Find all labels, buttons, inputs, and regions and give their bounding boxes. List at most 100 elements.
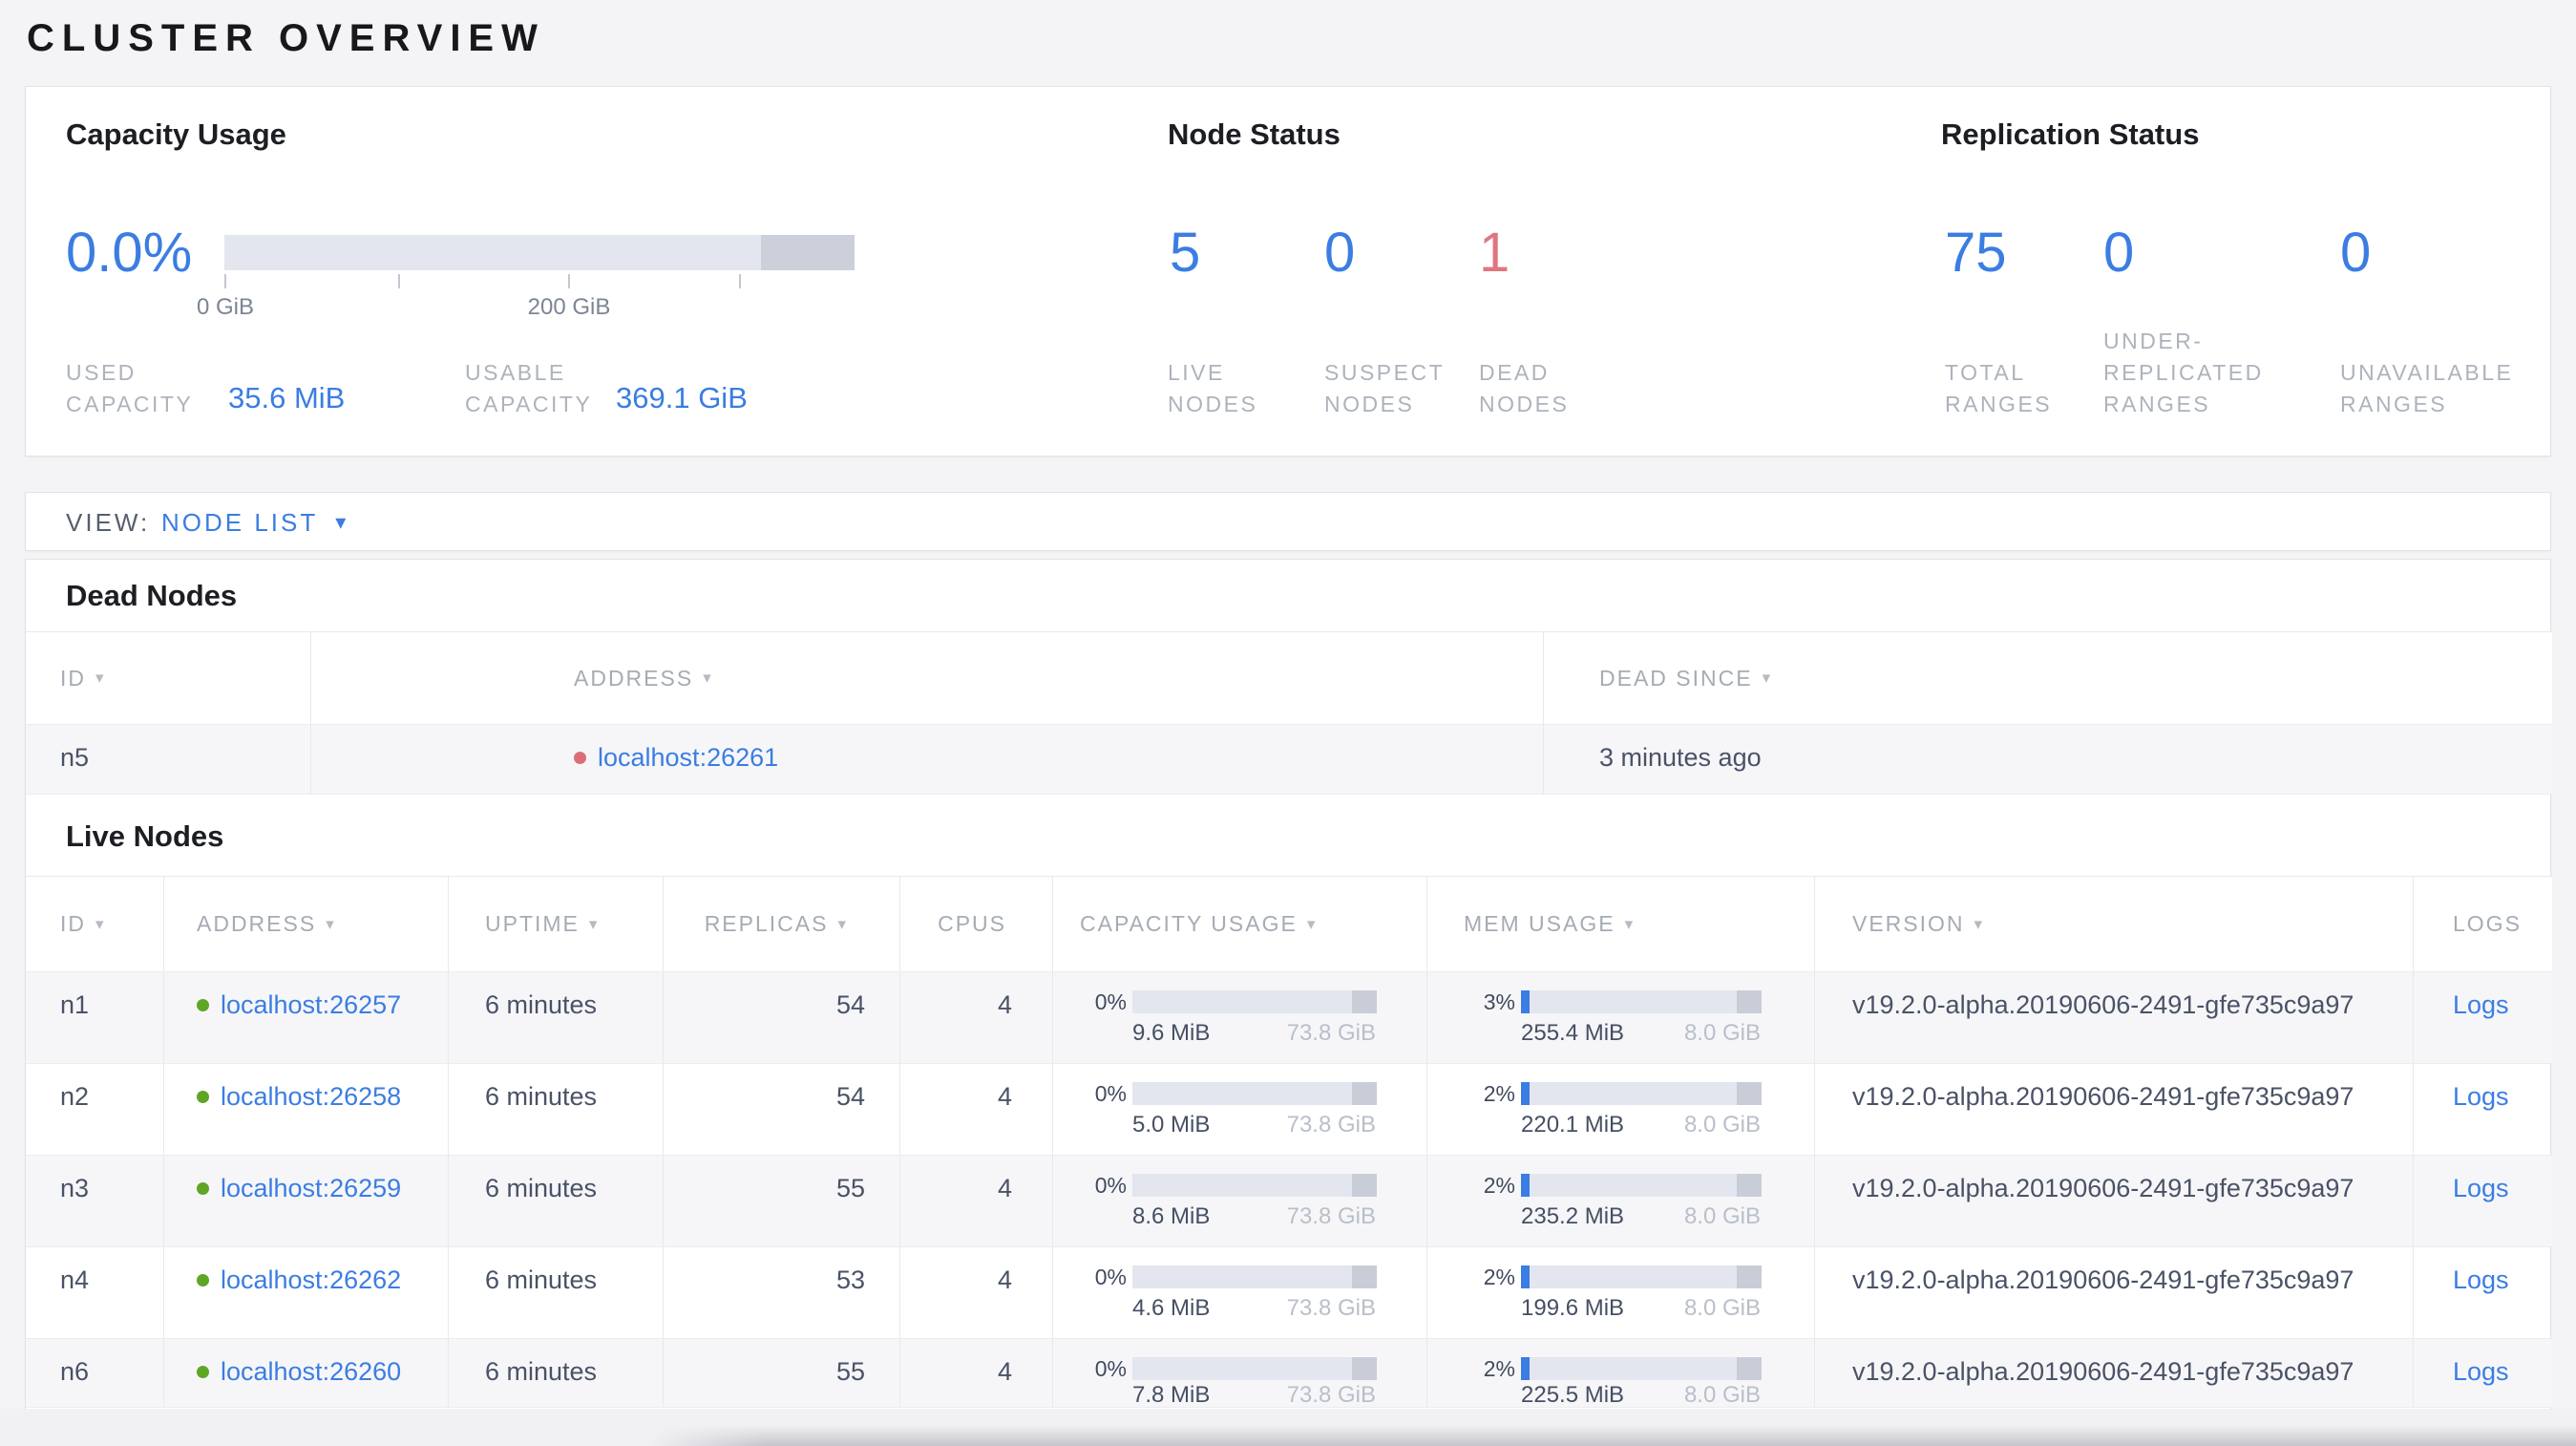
mem-used: 199.6 MiB xyxy=(1521,1295,1625,1321)
mem-used: 235.2 MiB xyxy=(1521,1203,1625,1229)
logs-link[interactable]: Logs xyxy=(2453,1357,2509,1386)
live-nodes-count: 5 xyxy=(1170,222,1201,284)
logs-link[interactable]: Logs xyxy=(2453,1082,2509,1111)
sort-caret-icon xyxy=(95,915,106,934)
node-replicas: 55 xyxy=(664,1156,900,1246)
used-capacity-value: 35.6 MiB xyxy=(228,381,346,415)
used-capacity-label: USED CAPACITY xyxy=(66,360,194,416)
sort-caret-icon xyxy=(703,669,713,688)
mem-bar xyxy=(1521,1174,1762,1197)
mem-bar xyxy=(1521,1082,1762,1105)
view-bar: VIEW: NODE LIST ▾ xyxy=(25,492,2551,551)
capacity-total: 73.8 GiB xyxy=(1286,1112,1376,1138)
logs-link[interactable]: Logs xyxy=(2453,990,2509,1019)
live-col-id[interactable]: ID xyxy=(26,877,164,971)
node-logs-cell: Logs xyxy=(2414,1156,2552,1246)
live-nodes-heading: Live Nodes xyxy=(66,819,224,853)
under-replicated-count: 0 xyxy=(2103,222,2135,284)
live-col-address[interactable]: ADDRESS xyxy=(164,877,449,971)
gauge-tick xyxy=(224,274,226,288)
node-address-link[interactable]: localhost:26257 xyxy=(221,990,401,1019)
mem-total: 8.0 GiB xyxy=(1683,1203,1761,1229)
node-address-link[interactable]: localhost:26260 xyxy=(221,1357,401,1386)
node-logs-cell: Logs xyxy=(2414,972,2552,1063)
sort-caret-icon xyxy=(837,915,848,934)
capacity-bar xyxy=(1132,1174,1377,1197)
capacity-gauge: 0 GiB 200 GiB xyxy=(197,235,855,320)
node-logs-cell: Logs xyxy=(2414,1339,2552,1407)
mem-used: 220.1 MiB xyxy=(1521,1112,1625,1138)
total-ranges-count: 75 xyxy=(1945,222,2007,284)
node-id: n3 xyxy=(26,1156,164,1246)
node-address-link[interactable]: localhost:26259 xyxy=(221,1174,401,1202)
node-capacity-usage: 0% 9.6 MiB 73.8 GiB xyxy=(1053,972,1427,1063)
node-cpus: 4 xyxy=(900,1339,1053,1407)
mem-pct: 3% xyxy=(1483,989,1515,1014)
nodes-card: Dead Nodes ID ADDRESS DEAD SINCE n5 loca… xyxy=(25,559,2552,1409)
node-address-link[interactable]: localhost:26262 xyxy=(221,1265,401,1294)
node-logs-cell: Logs xyxy=(2414,1064,2552,1155)
capacity-total: 73.8 GiB xyxy=(1286,1020,1376,1046)
live-col-version[interactable]: VERSION xyxy=(1815,877,2414,971)
live-col-logs: LOGS xyxy=(2453,911,2522,936)
live-col-capacity[interactable]: CAPACITY USAGE xyxy=(1053,877,1427,971)
live-status-dot-icon xyxy=(197,1366,209,1378)
gauge-tick-label: 0 GiB xyxy=(196,294,255,320)
bottom-scroll-shadow xyxy=(649,1425,2576,1446)
live-col-mem[interactable]: MEM USAGE xyxy=(1427,877,1815,971)
live-nodes-label: LIVE NODES xyxy=(1168,360,1258,416)
capacity-percent: 0.0% xyxy=(66,222,193,284)
node-uptime: 6 minutes xyxy=(449,1339,664,1407)
dead-nodes-count: 1 xyxy=(1479,222,1510,284)
sort-caret-icon xyxy=(95,669,106,688)
dead-node-row: n5 localhost:26261 3 minutes ago xyxy=(26,725,2552,795)
node-cpus: 4 xyxy=(900,1247,1053,1338)
dead-node-address-link[interactable]: localhost:26261 xyxy=(598,743,778,772)
dead-col-dead-since[interactable]: DEAD SINCE xyxy=(1544,632,2552,724)
mem-bar xyxy=(1521,1265,1762,1288)
live-col-cpus: CPUS xyxy=(900,877,1053,971)
live-nodes-header-row: ID ADDRESS UPTIME REPLICAS CPUS CAPACITY… xyxy=(26,877,2552,972)
capacity-pct: 0% xyxy=(1094,989,1127,1014)
node-cpus: 4 xyxy=(900,1156,1053,1246)
live-col-uptime[interactable]: UPTIME xyxy=(449,877,664,971)
sort-caret-icon xyxy=(1307,915,1318,934)
logs-link[interactable]: Logs xyxy=(2453,1265,2509,1294)
usable-capacity-label: USABLE CAPACITY xyxy=(465,360,593,416)
dead-col-id[interactable]: ID xyxy=(26,632,311,724)
node-address-link[interactable]: localhost:26258 xyxy=(221,1082,401,1111)
node-address-cell: localhost:26257 xyxy=(164,972,449,1063)
mem-pct: 2% xyxy=(1483,1081,1515,1106)
unavailable-label: UNAVAILABLE RANGES xyxy=(2340,360,2514,416)
live-col-replicas[interactable]: REPLICAS xyxy=(664,877,900,971)
capacity-used: 8.6 MiB xyxy=(1132,1203,1211,1229)
gauge-tick-label: 200 GiB xyxy=(527,294,611,320)
mem-pct: 2% xyxy=(1483,1265,1515,1289)
mem-total: 8.0 GiB xyxy=(1683,1295,1761,1321)
total-ranges-label: TOTAL RANGES xyxy=(1945,360,2053,416)
dead-nodes-table: ID ADDRESS DEAD SINCE n5 localhost:26261… xyxy=(26,631,2552,795)
mem-bar xyxy=(1521,990,1762,1013)
live-status-dot-icon xyxy=(197,1091,209,1103)
view-selector-dropdown[interactable]: NODE LIST ▾ xyxy=(161,508,348,538)
capacity-bar xyxy=(1132,1082,1377,1105)
gauge-tick xyxy=(739,274,741,288)
capacity-gauge-endcap xyxy=(761,235,855,270)
node-uptime: 6 minutes xyxy=(449,1064,664,1155)
mem-pct: 2% xyxy=(1483,1173,1515,1198)
capacity-used: 5.0 MiB xyxy=(1132,1112,1211,1138)
mem-total: 8.0 GiB xyxy=(1683,1382,1761,1408)
dead-col-address[interactable]: ADDRESS xyxy=(311,632,1544,724)
node-mem-usage: 2% 235.2 MiB 8.0 GiB xyxy=(1427,1156,1815,1246)
capacity-pct: 0% xyxy=(1094,1356,1127,1381)
sort-caret-icon xyxy=(326,915,336,934)
node-uptime: 6 minutes xyxy=(449,972,664,1063)
live-node-row: n2 localhost:26258 6 minutes 54 4 0% 5.0… xyxy=(26,1064,2552,1156)
mem-used: 225.5 MiB xyxy=(1521,1382,1625,1408)
node-capacity-usage: 0% 5.0 MiB 73.8 GiB xyxy=(1053,1064,1427,1155)
capacity-pct: 0% xyxy=(1094,1173,1127,1198)
dead-node-id: n5 xyxy=(26,725,311,794)
view-label: VIEW: xyxy=(66,508,151,537)
unavailable-count: 0 xyxy=(2340,222,2372,284)
logs-link[interactable]: Logs xyxy=(2453,1174,2509,1202)
